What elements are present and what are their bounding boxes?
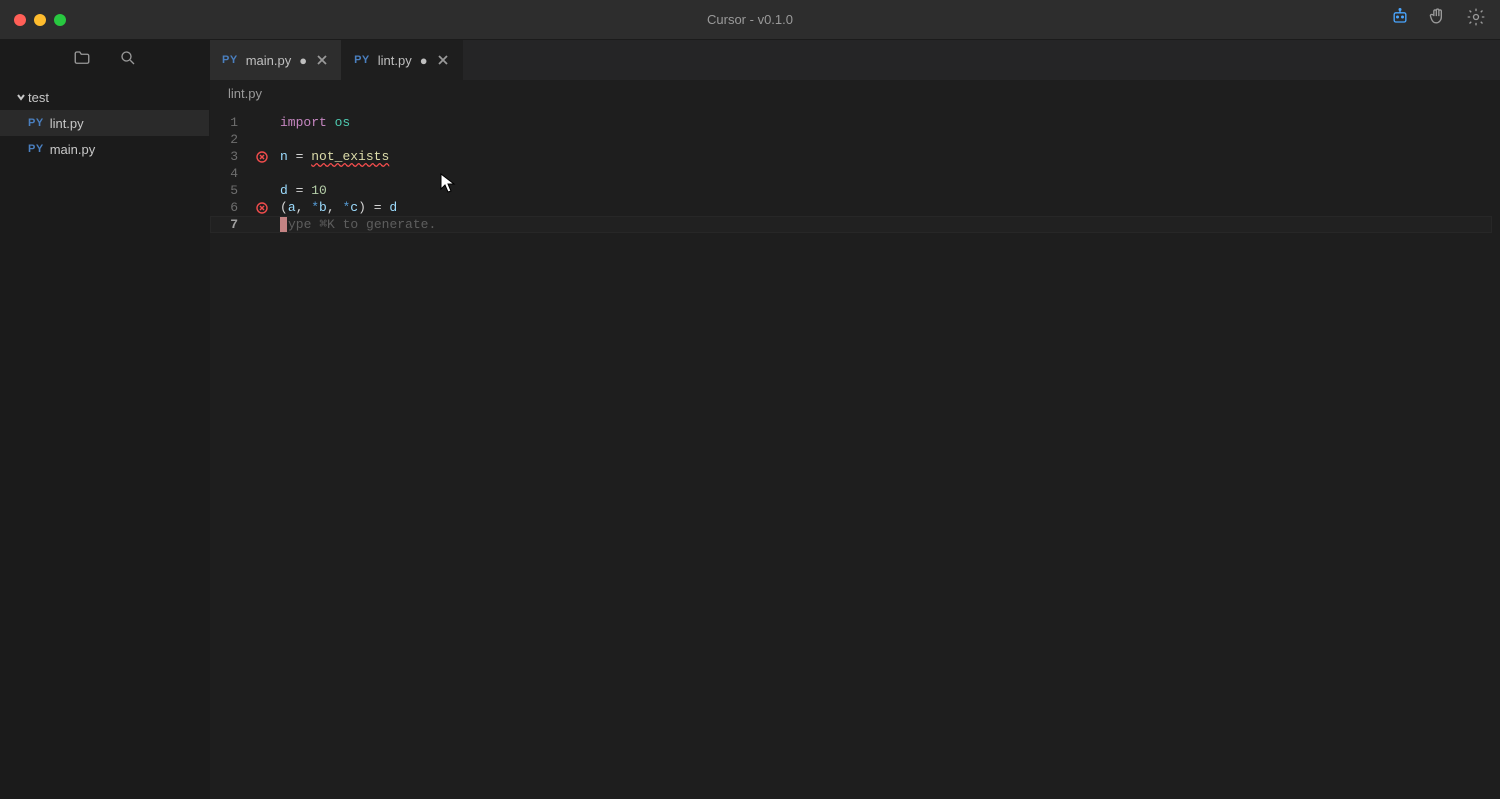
window-controls bbox=[14, 14, 66, 26]
tab-bar: PY main.py ● PY lint.py ● bbox=[210, 40, 1500, 80]
editor-area: PY main.py ● PY lint.py ● lint.py 1 import os 2… bbox=[210, 40, 1500, 799]
tab-filename: main.py bbox=[246, 53, 292, 68]
breadcrumb-item: lint.py bbox=[228, 86, 262, 101]
code-text: d = 10 bbox=[274, 182, 327, 199]
tab-close-button[interactable] bbox=[436, 53, 450, 67]
line-number: 2 bbox=[210, 131, 250, 148]
code-line[interactable]: 2 bbox=[210, 131, 1500, 148]
titlebar-actions bbox=[1390, 7, 1486, 32]
code-line[interactable]: 1 import os bbox=[210, 114, 1500, 131]
chevron-down-icon bbox=[14, 92, 28, 102]
search-icon[interactable] bbox=[119, 49, 137, 72]
file-lang-badge: PY bbox=[28, 143, 44, 155]
folder-name: test bbox=[28, 90, 49, 105]
code-line[interactable]: 5 d = 10 bbox=[210, 182, 1500, 199]
tab-lang-badge: PY bbox=[222, 54, 238, 66]
tab-dirty-indicator: ● bbox=[420, 53, 428, 68]
line-number: 6 bbox=[210, 199, 250, 216]
ai-icon[interactable] bbox=[1390, 7, 1410, 32]
file-name: main.py bbox=[50, 142, 96, 157]
sidebar-toolbar bbox=[0, 40, 209, 80]
code-line[interactable]: 6 (a, *b, *c) = d bbox=[210, 199, 1500, 216]
line-number: 4 bbox=[210, 165, 250, 182]
error-icon bbox=[250, 202, 274, 214]
code-line[interactable]: 3 n = not_exists bbox=[210, 148, 1500, 165]
file-row[interactable]: PY lint.py bbox=[0, 110, 209, 136]
window-title: Cursor - v0.1.0 bbox=[707, 12, 793, 27]
file-row[interactable]: PY main.py bbox=[0, 136, 209, 162]
file-name: lint.py bbox=[50, 116, 84, 131]
code-text: n = not_exists bbox=[274, 148, 389, 165]
sidebar: test PY lint.py PY main.py bbox=[0, 40, 210, 799]
editor-tab[interactable]: PY main.py ● bbox=[210, 40, 342, 80]
folder-icon[interactable] bbox=[73, 49, 91, 72]
breadcrumb[interactable]: lint.py bbox=[210, 80, 1500, 108]
line-number: 5 bbox=[210, 182, 250, 199]
file-tree: test PY lint.py PY main.py bbox=[0, 80, 209, 166]
window-zoom-button[interactable] bbox=[54, 14, 66, 26]
folder-row[interactable]: test bbox=[0, 84, 209, 110]
settings-icon[interactable] bbox=[1466, 7, 1486, 32]
code-text: (a, *b, *c) = d bbox=[274, 199, 397, 216]
tab-lang-badge: PY bbox=[354, 54, 370, 66]
code-text: import os bbox=[274, 114, 350, 131]
line-number: 1 bbox=[210, 114, 250, 131]
code-line[interactable]: 4 bbox=[210, 165, 1500, 182]
window-minimize-button[interactable] bbox=[34, 14, 46, 26]
tab-filename: lint.py bbox=[378, 53, 412, 68]
file-lang-badge: PY bbox=[28, 117, 44, 129]
titlebar: Cursor - v0.1.0 bbox=[0, 0, 1500, 40]
window-close-button[interactable] bbox=[14, 14, 26, 26]
editor-tab[interactable]: PY lint.py ● bbox=[342, 40, 463, 80]
wave-icon[interactable] bbox=[1428, 7, 1448, 32]
tab-close-button[interactable] bbox=[315, 53, 329, 67]
error-icon bbox=[250, 151, 274, 163]
line-number: 3 bbox=[210, 148, 250, 165]
code-editor[interactable]: 1 import os 23 n = not_exists 45 d = 10 6 (a, *… bbox=[210, 108, 1500, 799]
tab-dirty-indicator: ● bbox=[299, 53, 307, 68]
main-area: test PY lint.py PY main.py PY main.py ● PY lint… bbox=[0, 40, 1500, 799]
